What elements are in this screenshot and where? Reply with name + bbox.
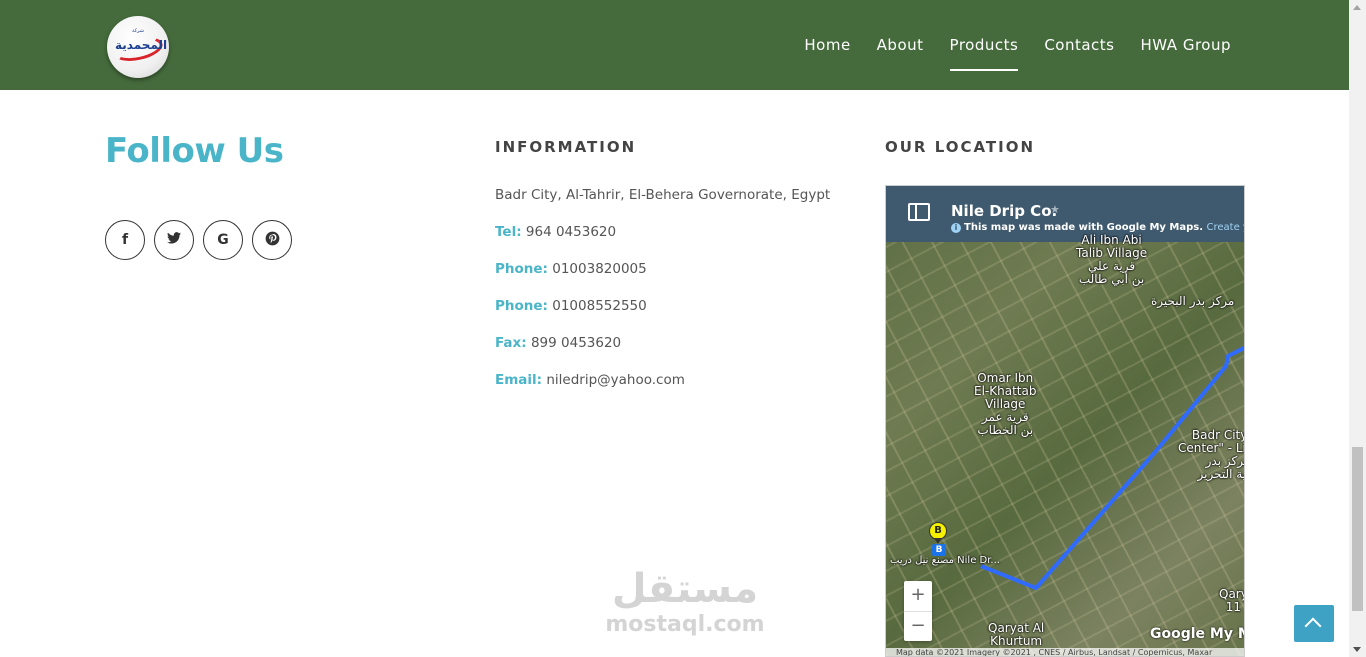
site-header: شركة المحمدية Home About Products Contac…	[0, 0, 1349, 90]
phone-line-2: Phone: 01008552550	[495, 298, 830, 335]
main-nav: Home About Products Contacts HWA Group	[778, 0, 1231, 90]
map-attribution: Map data ©2021 Imagery ©2021 , CNES / Ai…	[886, 648, 1244, 656]
logo-subtext: شركة	[131, 28, 144, 34]
map-label-badr-city: Badr City "T Center" - Liberat مركز بدر …	[1178, 428, 1244, 481]
map-marker-b[interactable]: B	[929, 522, 947, 544]
watermark-arabic: مستقل	[611, 566, 759, 612]
fax-line: Fax: 899 0453620	[495, 335, 830, 372]
pinterest-button[interactable]	[252, 220, 292, 260]
fax-value: 899 0453620	[530, 335, 622, 351]
map-marker-b-label[interactable]: B	[932, 544, 946, 556]
map-note: i This map was made with Google My Maps. …	[951, 222, 1244, 233]
scroll-down-arrow-icon[interactable]	[1353, 647, 1361, 652]
email-line: Email: niledrip@yahoo.com	[495, 372, 830, 409]
map-panel-icon[interactable]	[908, 203, 930, 221]
watermark-latin: mostaql.com	[605, 612, 765, 637]
phone-value: 01008552550	[552, 298, 647, 314]
scroll-thumb[interactable]	[1352, 447, 1363, 611]
zoom-control: + −	[904, 581, 932, 641]
logo-text: المحمدية	[115, 38, 168, 52]
map-label-nile: مصنع نيل دريب Nile Dr...	[890, 554, 1000, 567]
map-label-text: Ali Ibn Abi Talib Village قرية علي بن أب…	[1076, 233, 1148, 286]
facebook-button[interactable]: f	[105, 220, 145, 260]
nav-contacts[interactable]: Contacts	[1044, 36, 1114, 54]
address-line: Badr City, Al-Tahrir, El-Behera Governor…	[495, 187, 830, 224]
zoom-in-button[interactable]: +	[904, 581, 932, 611]
map-note-text: This map was made with Google My Maps.	[964, 222, 1204, 233]
address-text: Badr City, Al-Tahrir, El-Behera Governor…	[495, 187, 831, 203]
scroll-up-arrow-icon[interactable]	[1353, 5, 1361, 10]
our-location-heading: OUR LOCATION	[885, 138, 1036, 156]
phone-label: Phone:	[495, 298, 548, 314]
nav-hwa-group[interactable]: HWA Group	[1141, 36, 1232, 54]
tel-label: Tel:	[495, 224, 522, 240]
tel-value: 964 0453620	[525, 224, 617, 240]
email-label: Email:	[495, 372, 543, 388]
info-icon: i	[951, 223, 961, 233]
company-logo[interactable]: شركة المحمدية	[107, 16, 169, 78]
map-header: Nile Drip Co. ★ i This map was made with …	[886, 186, 1244, 242]
map-label-badr-center: مركز بدر البحيرة	[1151, 295, 1234, 308]
contact-info-list: Badr City, Al-Tahrir, El-Behera Governor…	[495, 187, 830, 409]
google-icon: G	[217, 232, 229, 248]
map-label-text: مركز بدر البحيرة	[1151, 294, 1235, 308]
phone-value: 01003820005	[552, 261, 647, 277]
map-label-ali: Ali Ibn Abi Talib Village قرية علي بن أب…	[1076, 234, 1147, 286]
phone-label: Phone:	[495, 261, 548, 277]
route-layer	[980, 345, 1244, 590]
mostaql-watermark: مستقل mostaql.com	[600, 565, 770, 637]
embedded-map[interactable]: Nile Drip Co. ★ i This map was made with …	[885, 185, 1245, 657]
nav-home[interactable]: Home	[804, 36, 850, 54]
page-scrollbar[interactable]	[1349, 0, 1366, 657]
map-label-qary-right: Qary 11	[1219, 587, 1245, 614]
facebook-icon: f	[121, 232, 129, 248]
map-label-text: Badr City "T Center" - Liberat مركز بدر …	[1178, 428, 1244, 481]
twitter-button[interactable]	[154, 220, 194, 260]
fax-label: Fax:	[495, 335, 527, 351]
social-links: f G	[105, 220, 301, 260]
map-label-omar: Omar Ibn El-Khattab Village قرية عمر بن …	[974, 372, 1036, 437]
map-label-text: Qary 11	[1219, 587, 1245, 614]
back-to-top-button[interactable]	[1294, 605, 1334, 642]
pinterest-icon	[265, 231, 280, 250]
follow-us-heading: Follow Us	[105, 131, 284, 171]
information-heading: INFORMATION	[495, 138, 637, 156]
email-link[interactable]: niledrip@yahoo.com	[546, 372, 685, 388]
google-button[interactable]: G	[203, 220, 243, 260]
map-label-text: مصنع نيل دريب Nile Dr...	[890, 555, 1000, 566]
tel-line: Tel: 964 0453620	[495, 224, 830, 261]
phone-line-1: Phone: 01003820005	[495, 261, 830, 298]
map-label-qaryat-al: Qaryat Al Khurtum	[988, 622, 1044, 648]
map-label-text: Omar Ibn El-Khattab Village قرية عمر بن …	[974, 371, 1037, 437]
create-map-link[interactable]: Create your o	[1207, 222, 1244, 233]
google-my-maps-logo: Google My Ma	[1150, 626, 1244, 642]
nav-about[interactable]: About	[877, 36, 924, 54]
nav-products[interactable]: Products	[949, 36, 1019, 71]
zoom-out-button[interactable]: −	[904, 611, 932, 641]
twitter-icon	[167, 232, 181, 248]
map-title[interactable]: Nile Drip Co.	[951, 202, 1057, 220]
star-icon[interactable]: ★	[1050, 203, 1060, 216]
map-label-text: Qaryat Al Khurtum	[988, 621, 1045, 648]
